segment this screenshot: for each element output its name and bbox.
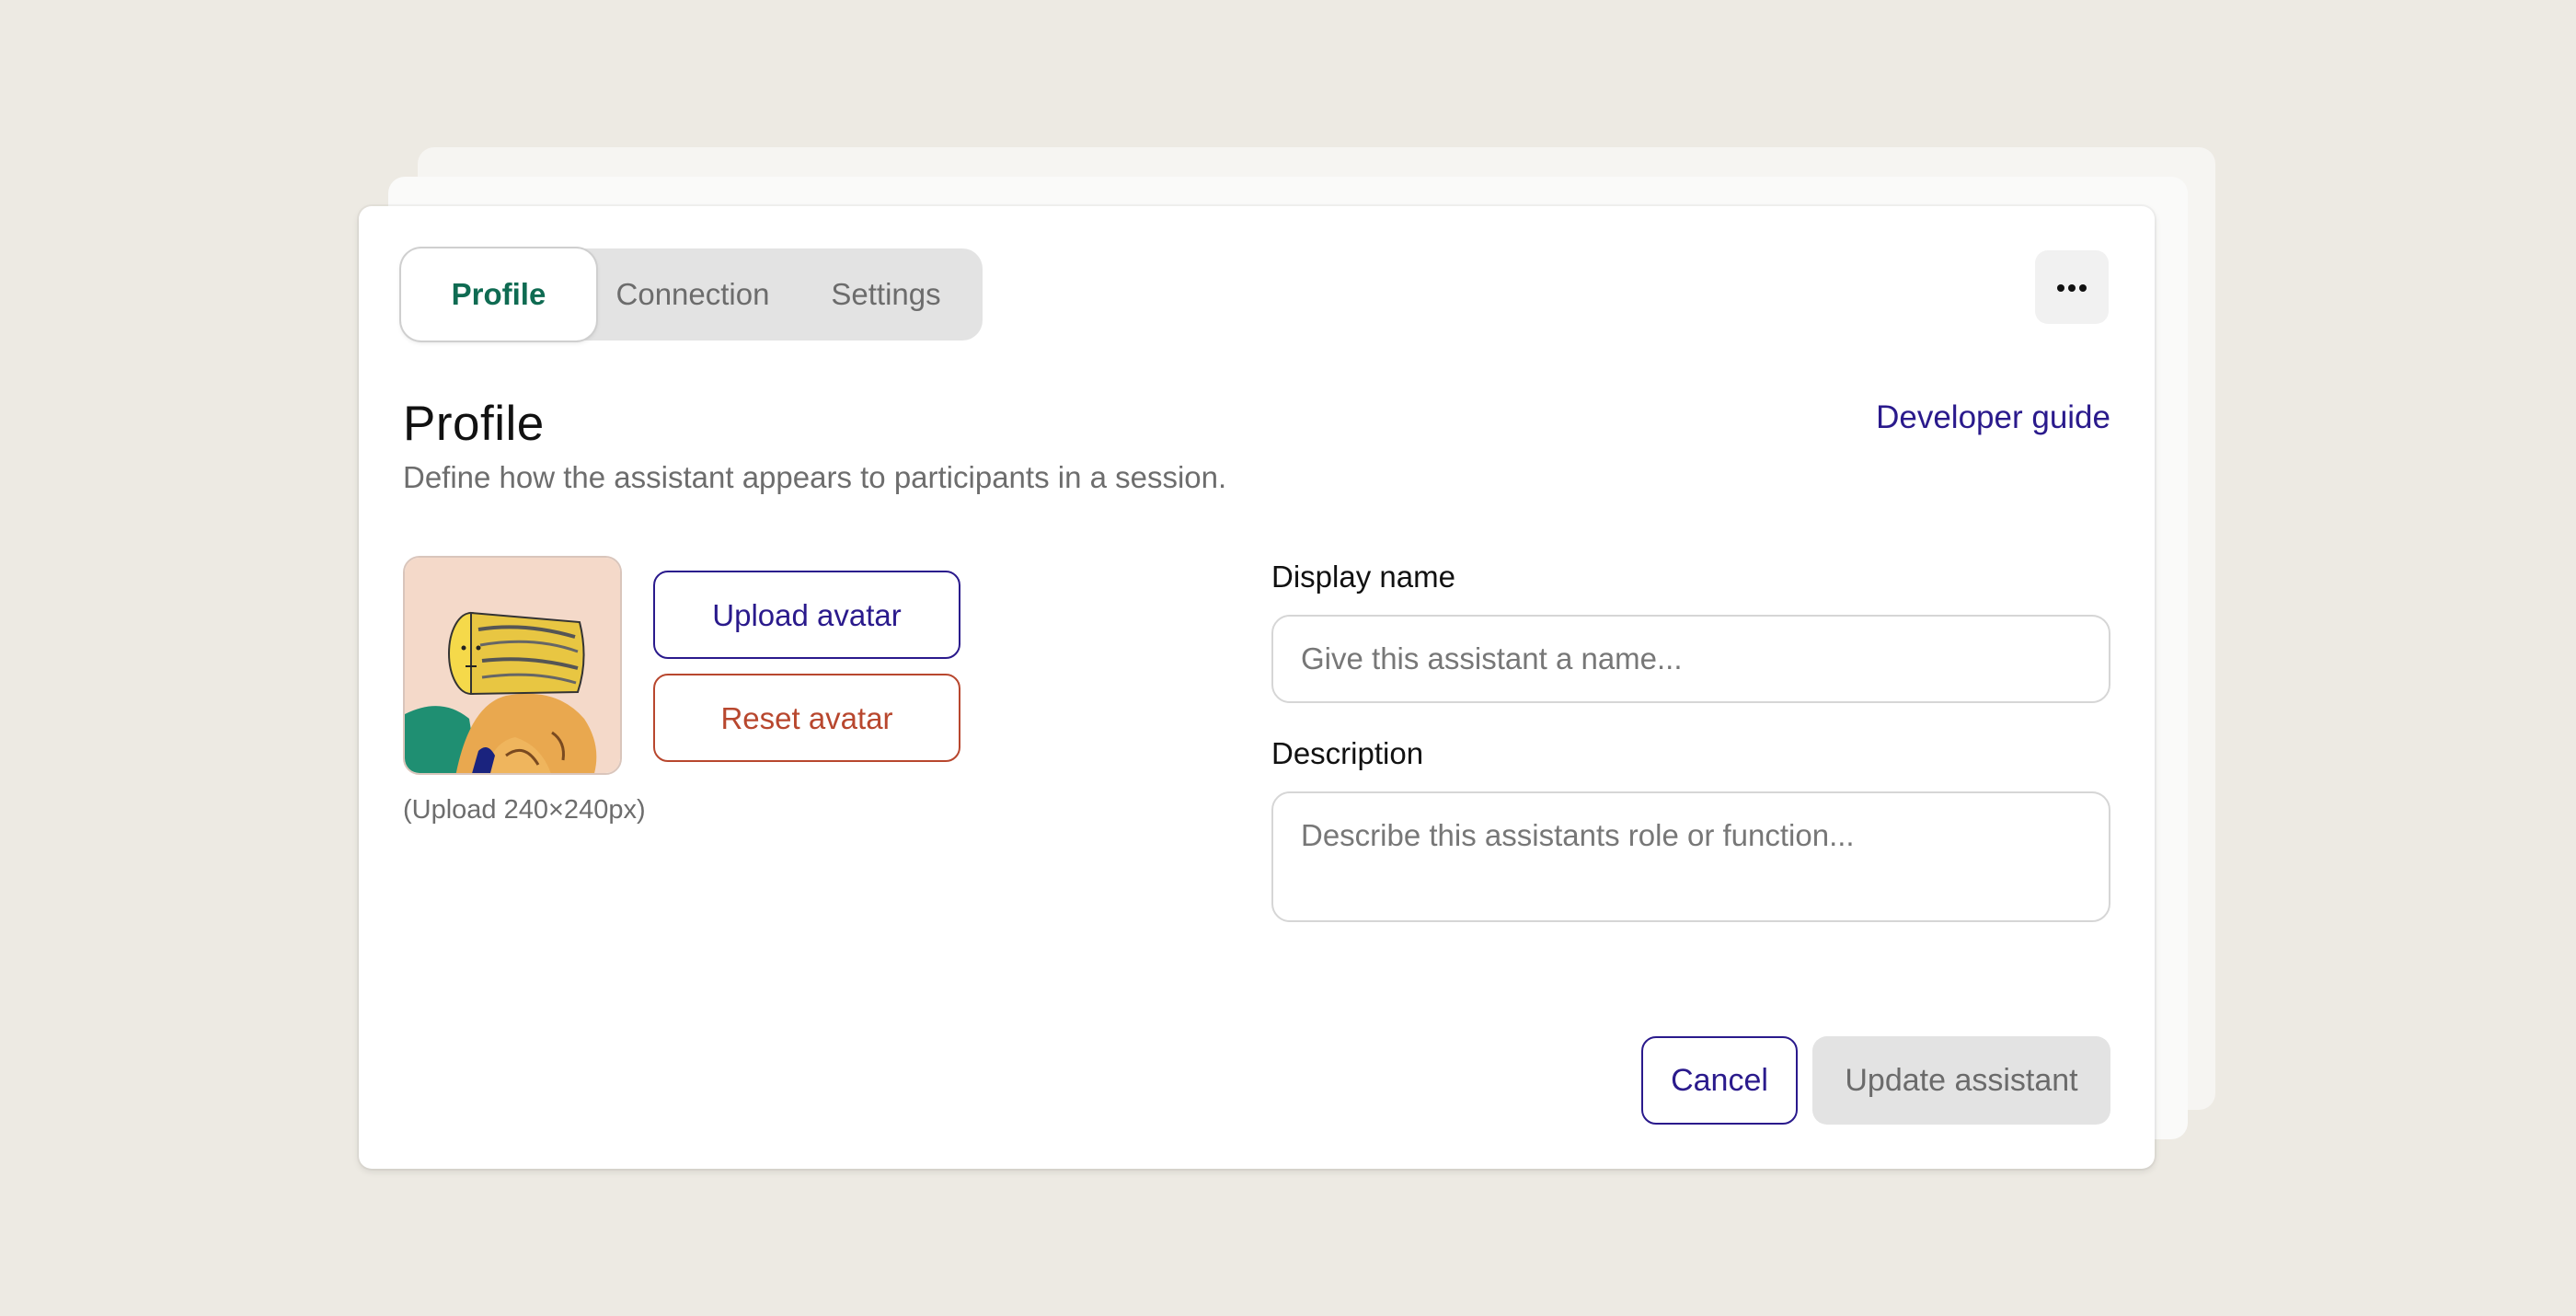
developer-guide-link[interactable]: Developer guide <box>1876 399 2110 436</box>
upload-avatar-button[interactable]: Upload avatar <box>653 571 960 659</box>
cancel-button[interactable]: Cancel <box>1641 1036 1798 1125</box>
description-label: Description <box>1271 736 1424 770</box>
more-options-button[interactable] <box>2035 250 2109 324</box>
avatar-size-hint: (Upload 240×240px) <box>403 795 646 825</box>
display-name-label: Display name <box>1271 560 1455 594</box>
more-horizontal-icon <box>2057 284 2087 292</box>
tab-connection[interactable]: Connection <box>596 248 789 341</box>
page-subtitle: Define how the assistant appears to part… <box>403 460 1227 494</box>
tab-settings[interactable]: Settings <box>789 248 983 341</box>
tab-bar: Profile Connection Settings <box>401 248 983 341</box>
reset-avatar-button[interactable]: Reset avatar <box>653 674 960 762</box>
display-name-input[interactable] <box>1271 615 2110 703</box>
assistant-profile-card: Profile Connection Settings Profile Defi… <box>359 206 2155 1169</box>
avatar-image <box>403 556 622 775</box>
description-input[interactable] <box>1271 791 2110 922</box>
tab-profile[interactable]: Profile <box>401 248 596 341</box>
update-assistant-button[interactable]: Update assistant <box>1812 1036 2110 1125</box>
page-title: Profile <box>403 397 545 451</box>
